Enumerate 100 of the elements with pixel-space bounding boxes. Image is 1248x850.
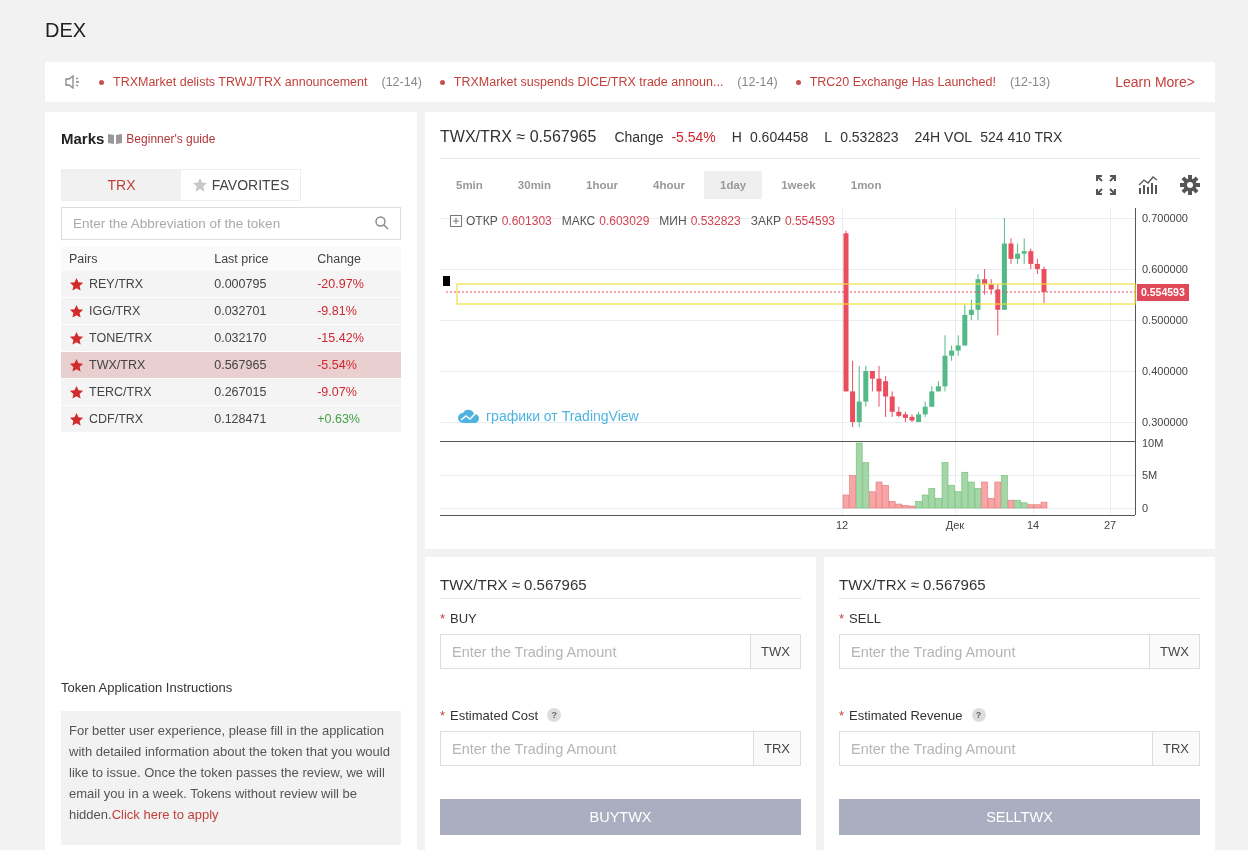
speaker-icon <box>65 75 81 89</box>
announcement-date: (12-14) <box>737 75 778 89</box>
instructions-text: For better user experience, please fill in the application with detailed information about the token that you would like to issue. Once the token passes the review, we will email you in a week. Tokens without review will be hidden.Click here to apply <box>61 711 401 845</box>
change-cell: -20.97% <box>309 271 401 298</box>
change-cell: -9.81% <box>309 297 401 325</box>
star-icon[interactable] <box>69 384 84 400</box>
amount-input-field[interactable]: Enter the Trading Amount <box>440 731 754 766</box>
legend-label: МИН <box>659 214 687 228</box>
apply-link[interactable]: Click here to apply <box>111 807 219 822</box>
instructions-title: Token Application Instructions <box>61 680 234 695</box>
change-cell: +0.63% <box>309 405 401 433</box>
volume-axis-label: 5M <box>1142 469 1158 481</box>
search-field[interactable]: Enter the Abbreviation of the token <box>61 207 401 240</box>
time-axis-label: Дек <box>945 519 965 531</box>
legend-value: 0.554593 <box>784 214 835 228</box>
last-price-cell: 0.128471 <box>206 405 310 433</box>
price-axis-label: 0.600000 <box>1142 263 1188 275</box>
stat-label: L <box>824 129 833 145</box>
help-icon[interactable]: ? <box>547 708 562 722</box>
legend-value: 0.603029 <box>599 214 650 228</box>
page-title: DEX <box>45 17 88 43</box>
learn-more-link[interactable]: Learn More> <box>1115 74 1195 90</box>
announcement-date: (12-14) <box>381 75 422 89</box>
interval-tab[interactable]: 1week <box>765 171 832 199</box>
last-price-cell: 0.567965 <box>206 351 310 379</box>
book-icon <box>108 133 123 144</box>
pair-name: CDF/TRX <box>89 412 144 426</box>
pair-name: TWX/TRX <box>89 358 146 372</box>
current-price-tag: 0.554593 <box>1137 284 1189 301</box>
stat-label: H <box>731 129 742 145</box>
required-mark: * <box>440 610 446 626</box>
pair-name: IGG/TRX <box>89 304 141 318</box>
search-icon <box>375 216 389 230</box>
last-price-cell: 0.032170 <box>206 324 310 352</box>
market-tab[interactable]: TRX <box>62 170 181 200</box>
last-price-cell: 0.032701 <box>206 297 310 325</box>
star-icon[interactable] <box>69 303 84 319</box>
panel-title: Marks <box>61 130 105 147</box>
volume-axis-label: 0 <box>1142 502 1149 514</box>
stat-label: 24H VOL <box>914 129 973 145</box>
announcement-link[interactable]: TRC20 Exchange Has Launched! <box>809 75 996 89</box>
legend-label: МАКС <box>561 214 596 228</box>
announcement-link[interactable]: TRXMarket delists TRWJ/TRX announcement <box>113 75 368 89</box>
help-icon[interactable]: ? <box>971 708 986 722</box>
pair-price: TWX/TRX ≈ 0.567965 <box>440 571 801 599</box>
interval-tab[interactable]: 1mon <box>834 171 898 199</box>
last-price-cell: 0.267015 <box>206 378 310 406</box>
price-axis-label: 0.700000 <box>1142 212 1188 224</box>
cloud-icon <box>458 409 480 423</box>
pair-name: TONE/TRX <box>89 331 152 345</box>
time-axis-label: 14 <box>1026 519 1040 531</box>
field-label: BUY <box>450 610 477 626</box>
required-mark: * <box>839 707 845 723</box>
interval-tab[interactable]: 30min <box>501 171 568 199</box>
price-axis-label: 0.300000 <box>1142 416 1188 428</box>
required-mark: * <box>839 610 845 626</box>
change-cell: -5.54% <box>309 351 401 379</box>
amount-input-field[interactable]: Enter the Trading Amount <box>839 731 1153 766</box>
time-axis-label: 12 <box>835 519 849 531</box>
time-axis-label: 27 <box>1103 519 1117 531</box>
legend-label: ЗАКР <box>750 214 781 228</box>
fullscreen-icon[interactable] <box>1096 175 1116 195</box>
bullet-dot <box>439 79 445 85</box>
star-icon[interactable] <box>69 411 84 427</box>
pair-name: TERC/TRX <box>89 385 152 399</box>
column-header: Pairs <box>61 247 207 271</box>
stat-value: -5.54% <box>671 129 716 145</box>
beginners-guide-link[interactable]: Beginner's guide <box>126 131 216 146</box>
settings-icon[interactable] <box>1180 175 1200 195</box>
field-label: Estimated Cost <box>450 707 539 723</box>
unit-label: TWX <box>1150 634 1200 669</box>
star-icon[interactable] <box>69 330 84 346</box>
attribution-text: графики от TradingView <box>486 408 639 424</box>
interval-tab[interactable]: 4hour <box>637 171 701 199</box>
stat-value: 0.532823 <box>840 129 899 145</box>
indicators-icon[interactable] <box>1138 176 1158 194</box>
unit-label: TRX <box>1153 731 1200 766</box>
bullet-dot <box>795 79 801 85</box>
plus-box-icon[interactable] <box>450 215 462 227</box>
required-mark: * <box>440 707 446 723</box>
amount-input-field[interactable]: Enter the Trading Amount <box>839 634 1151 669</box>
price-axis-label: 0.500000 <box>1142 314 1188 326</box>
announcement-date: (12-13) <box>1009 75 1051 89</box>
last-price-cell: 0.000795 <box>206 271 310 298</box>
stat-value: 524 410 TRX <box>980 129 1063 145</box>
price-axis-label: 0.400000 <box>1142 365 1188 377</box>
star-icon[interactable] <box>69 276 84 292</box>
legend-label: ОТКР <box>466 214 498 228</box>
stat-label: Change <box>614 129 664 145</box>
legend-value: 0.532823 <box>690 214 741 228</box>
column-header: Last price <box>206 247 310 271</box>
announcement-link[interactable]: TRXMarket suspends DICE/TRX trade announ... <box>453 75 724 89</box>
amount-input-field[interactable]: Enter the Trading Amount <box>440 634 752 669</box>
interval-tab[interactable]: 1day <box>704 171 763 199</box>
interval-tab[interactable]: 1hour <box>570 171 635 199</box>
star-icon <box>191 177 208 193</box>
unit-label: TWX <box>751 634 801 669</box>
interval-tab[interactable]: 5min <box>440 171 499 199</box>
unit-label: TRX <box>754 731 801 766</box>
star-icon[interactable] <box>69 357 84 373</box>
